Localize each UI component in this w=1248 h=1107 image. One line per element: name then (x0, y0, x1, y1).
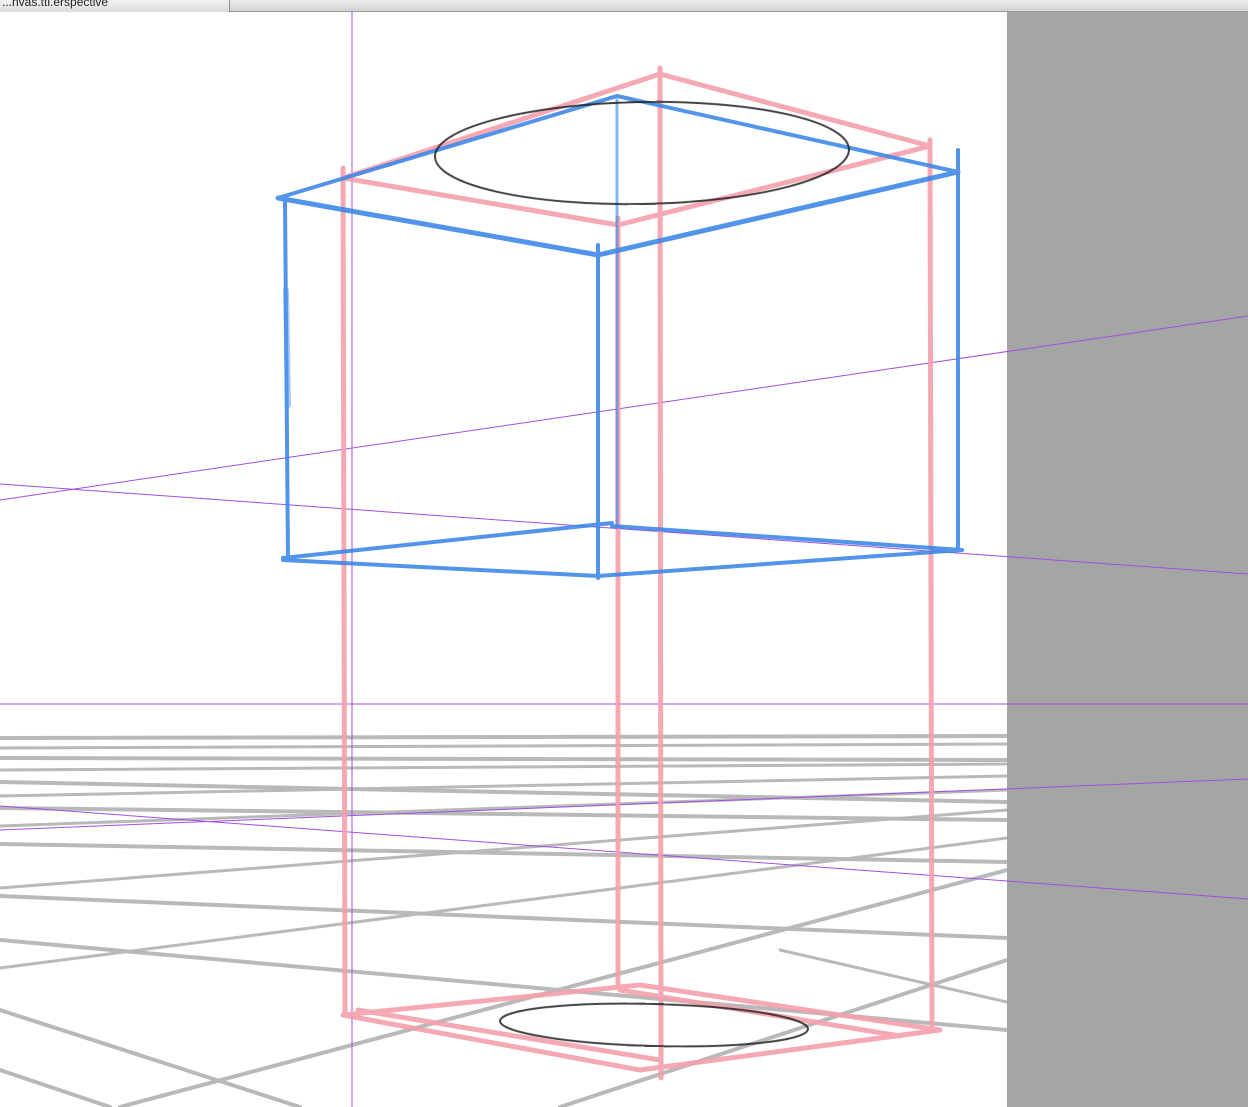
cube-bottom-edge (281, 521, 614, 560)
grid-line (778, 948, 1007, 1004)
guide-line (0, 483, 1248, 575)
grid-line (0, 742, 1007, 750)
document-tab-bar: ...nvas.ttl.erspective (0, 0, 1248, 12)
guide-line (0, 315, 1248, 501)
guide-line (0, 805, 1248, 900)
drawing-layers[interactable] (0, 12, 1248, 1107)
box-bottom-edge (355, 1007, 663, 1063)
canvas-area[interactable] (0, 12, 1248, 1107)
cube-bottom-edge (596, 548, 964, 578)
cube-top-edge (276, 94, 619, 200)
top-ellipse (434, 100, 850, 206)
grid-line (0, 762, 1007, 772)
grid-line (0, 842, 1007, 864)
grid-line (0, 756, 1007, 762)
cube-bottom-edge (610, 524, 964, 552)
grid-line (0, 1008, 302, 1107)
cube-vertical-edge (283, 287, 291, 408)
box-bottom-edge (637, 982, 943, 1033)
cube-bottom-edge (281, 558, 600, 578)
grid-line (0, 734, 1007, 740)
grid-line (0, 1068, 112, 1107)
grid-line (558, 958, 1007, 1107)
box-vertical-edge (340, 165, 348, 1018)
document-tab[interactable]: ...nvas.ttl.erspective (0, 0, 230, 12)
ground-grid (0, 734, 1007, 1107)
box-vertical-edge (927, 137, 935, 1033)
box-bottom-edge (340, 982, 643, 1018)
cube-top-edge (275, 195, 601, 258)
